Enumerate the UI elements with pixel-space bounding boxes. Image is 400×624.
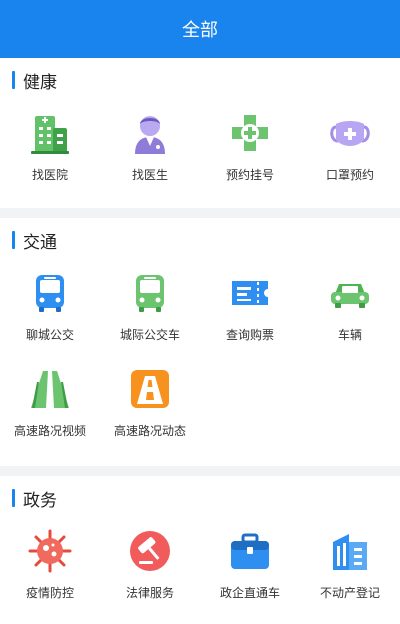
menu-item-label: 政企直通车 xyxy=(219,586,280,600)
section-header-gov: 政务 xyxy=(0,476,400,520)
menu-item-label: 聊城公交 xyxy=(25,328,74,342)
section-title-gov: 政务 xyxy=(23,490,57,511)
menu-item-highway-status[interactable]: 高速路况动态 xyxy=(100,358,200,454)
virus-icon xyxy=(27,528,73,574)
highway-status-icon xyxy=(127,366,173,412)
menu-item-find-doctor[interactable]: 找医生 xyxy=(100,102,200,198)
gavel-icon xyxy=(127,528,173,574)
menu-item-appointment[interactable]: 预约挂号 xyxy=(200,102,300,198)
menu-item-vehicle[interactable]: 车辆 xyxy=(300,262,400,358)
menu-item-highway-video[interactable]: 高速路况视频 xyxy=(0,358,100,454)
face-mask-icon xyxy=(327,110,373,156)
ticket-icon xyxy=(227,270,273,316)
menu-item-label: 法律服务 xyxy=(125,586,174,600)
buildings-icon xyxy=(327,528,373,574)
menu-item-label: 找医院 xyxy=(31,168,68,182)
menu-item-label: 城际公交车 xyxy=(119,328,180,342)
menu-item-liaocheng-bus[interactable]: 聊城公交 xyxy=(0,262,100,358)
bus-icon xyxy=(27,270,73,316)
menu-item-business-express[interactable]: 政企直通车 xyxy=(200,520,300,616)
highway-video-icon xyxy=(27,366,73,412)
medical-cross-icon xyxy=(227,110,273,156)
page-title: 全部 xyxy=(182,20,218,41)
section-title-traffic: 交通 xyxy=(23,232,57,253)
gov-section: 政务 疫情防控 法律服务 政企直通车 不动产登记 xyxy=(0,476,400,624)
menu-item-legal-service[interactable]: 法律服务 xyxy=(100,520,200,616)
menu-item-real-estate-registration[interactable]: 不动产登记 xyxy=(300,520,400,616)
top-bar: 全部 xyxy=(0,0,400,58)
section-title-health: 健康 xyxy=(23,72,57,93)
menu-item-label: 预约挂号 xyxy=(225,168,274,182)
menu-item-label: 不动产登记 xyxy=(319,586,380,600)
section-header-health: 健康 xyxy=(0,58,400,102)
menu-item-label: 找医生 xyxy=(131,168,168,182)
car-icon xyxy=(327,270,373,316)
intercity-bus-icon xyxy=(127,270,173,316)
menu-item-intercity-bus[interactable]: 城际公交车 xyxy=(100,262,200,358)
menu-item-label: 查询购票 xyxy=(225,328,274,342)
menu-item-ticket-query[interactable]: 查询购票 xyxy=(200,262,300,358)
health-section: 健康 找医院 找医生 预约挂号 口罩预约 xyxy=(0,58,400,208)
menu-item-label: 口罩预约 xyxy=(325,168,374,182)
menu-item-mask-booking[interactable]: 口罩预约 xyxy=(300,102,400,198)
hospital-building-icon xyxy=(27,110,73,156)
menu-item-epidemic-control[interactable]: 疫情防控 xyxy=(0,520,100,616)
traffic-section: 交通 聊城公交 城际公交车 查询购票 车辆 高速路况视频 高速路况动态 xyxy=(0,218,400,466)
menu-item-label: 车辆 xyxy=(337,328,362,342)
briefcase-icon xyxy=(227,528,273,574)
menu-item-label: 高速路况动态 xyxy=(113,424,186,438)
section-header-traffic: 交通 xyxy=(0,218,400,262)
menu-item-label: 高速路况视频 xyxy=(13,424,86,438)
menu-item-find-hospital[interactable]: 找医院 xyxy=(0,102,100,198)
menu-item-label: 疫情防控 xyxy=(25,586,74,600)
doctor-icon xyxy=(127,110,173,156)
